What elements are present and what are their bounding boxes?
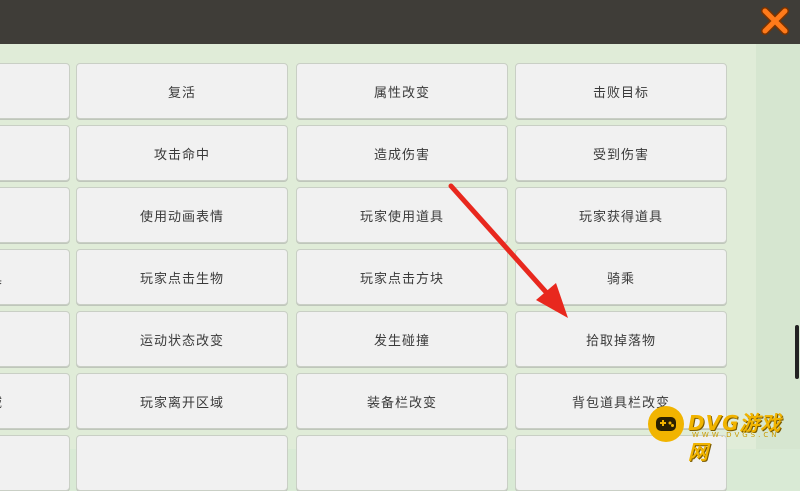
event-option[interactable] [0,63,70,119]
panel-gutter [756,44,800,449]
event-option-equipment-change[interactable]: 装备栏改变 [296,373,508,429]
event-option[interactable] [0,125,70,181]
event-option-collision[interactable]: 发生碰撞 [296,311,508,367]
event-option-leave-area[interactable]: 玩家离开区域 [76,373,288,429]
event-option-click-block[interactable]: 玩家点击方块 [296,249,508,305]
event-option[interactable] [296,435,508,491]
event-option-ride[interactable]: 骑乘 [515,249,727,305]
event-option-click-creature[interactable]: 玩家点击生物 [76,249,288,305]
top-bar [0,0,800,44]
event-option[interactable] [0,311,70,367]
event-option-motion-change[interactable]: 运动状态改变 [76,311,288,367]
event-option[interactable] [76,435,288,491]
close-icon [761,7,789,35]
event-option-revive[interactable]: 复活 [76,63,288,119]
event-option-deal-damage[interactable]: 造成伤害 [296,125,508,181]
event-option[interactable] [0,435,70,491]
event-option-attack-hit[interactable]: 攻击命中 [76,125,288,181]
close-button[interactable] [758,4,792,38]
watermark-logo: DVG游戏网 WWW.DVGS.CN [648,406,796,464]
gamepad-icon [648,406,684,442]
event-option-player-get-item[interactable]: 玩家获得道具 [515,187,727,243]
scrollbar[interactable] [795,325,799,379]
event-option[interactable]: 具 [0,249,70,305]
watermark-url: WWW.DVGS.CN [692,431,780,439]
event-option-take-damage[interactable]: 受到伤害 [515,125,727,181]
event-option-defeat-target[interactable]: 击败目标 [515,63,727,119]
event-option-use-emote[interactable]: 使用动画表情 [76,187,288,243]
event-option-player-use-item[interactable]: 玩家使用道具 [296,187,508,243]
event-option[interactable] [0,187,70,243]
event-option-attribute-change[interactable]: 属性改变 [296,63,508,119]
event-option[interactable]: 域 [0,373,70,429]
event-option-pickup-drop[interactable]: 拾取掉落物 [515,311,727,367]
